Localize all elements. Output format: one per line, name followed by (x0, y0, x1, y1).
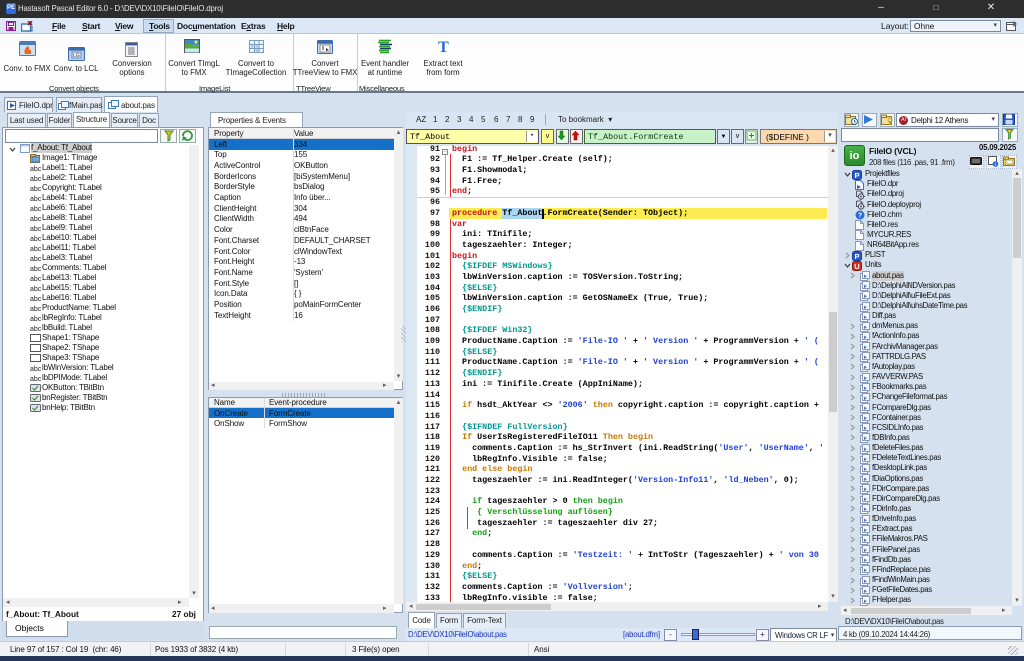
svg-text:abc: abc (30, 196, 41, 202)
svg-text:abc: abc (30, 316, 41, 322)
svg-text:P: P (854, 252, 859, 261)
svg-text:abc: abc (30, 256, 41, 262)
svg-text:LG: LG (73, 53, 80, 59)
svg-text:P: P (854, 171, 859, 180)
svg-text:abc: abc (30, 366, 41, 372)
svg-text:abc: abc (30, 236, 41, 242)
svg-text:abc: abc (30, 166, 41, 172)
svg-text:abc: abc (30, 306, 41, 312)
svg-text:i: i (995, 162, 996, 167)
svg-text:abc: abc (30, 286, 41, 292)
svg-text:abc: abc (30, 216, 41, 222)
svg-text:abc: abc (30, 246, 41, 252)
svg-text:abc: abc (30, 176, 41, 182)
svg-text:abc: abc (30, 206, 41, 212)
svg-text:abc: abc (30, 266, 41, 272)
svg-text:U: U (854, 262, 859, 271)
svg-text:abc: abc (30, 276, 41, 282)
svg-text:T: T (438, 39, 449, 54)
svg-text:abc: abc (30, 376, 41, 382)
svg-text:abc: abc (30, 296, 41, 302)
svg-text:abc: abc (30, 226, 41, 232)
svg-text:?: ? (858, 213, 862, 220)
svg-text:abc: abc (30, 186, 41, 192)
svg-text:abc: abc (30, 326, 41, 332)
